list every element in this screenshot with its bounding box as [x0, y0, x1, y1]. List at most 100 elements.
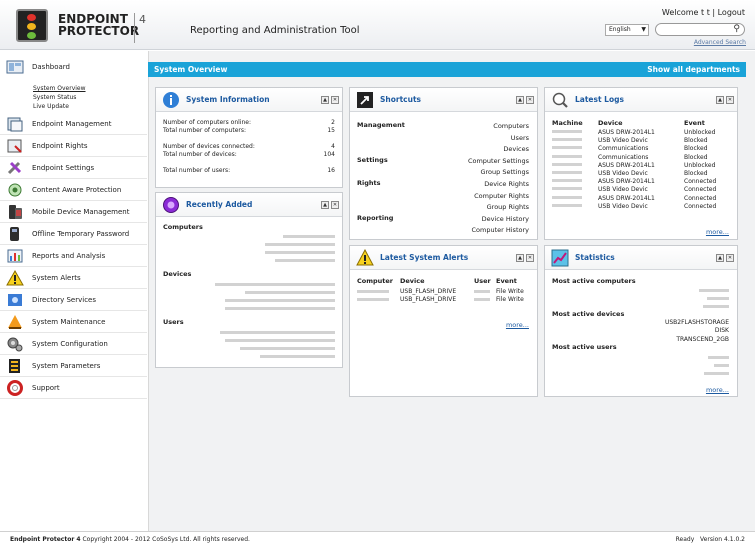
sidebar-item-offline-temporary-password[interactable]: Offline Temporary Password — [0, 223, 147, 245]
endpoint-management-icon — [5, 115, 25, 133]
shortcut-group-management: Management — [357, 121, 405, 129]
shortcut-devices[interactable]: Devices — [468, 144, 529, 156]
sidebar-item-system-alerts[interactable]: System Alerts — [0, 267, 147, 289]
magnifier-log-icon — [551, 91, 569, 109]
welcome-text: Welcome t t | Logout — [661, 8, 745, 17]
log-row-event: Blocked — [684, 170, 708, 178]
collapse-button[interactable]: ▲ — [516, 96, 524, 104]
dashboard-icon — [5, 58, 25, 76]
statistics-chart-icon — [551, 249, 569, 267]
log-row-event: Connected — [684, 178, 717, 186]
collapse-button[interactable]: ▲ — [516, 254, 524, 262]
panel-header: Latest Logs ▲ ✕ — [545, 88, 737, 112]
system-overview-title: System Overview — [154, 65, 228, 74]
parameters-icon — [5, 357, 25, 375]
system-overview-bar: System Overview Show all departments — [148, 62, 746, 77]
dashboard-subnav: System Overview System Status Live Updat… — [33, 84, 86, 111]
subnav-system-status[interactable]: System Status — [33, 93, 86, 102]
warning-icon — [356, 248, 374, 267]
shortcuts-panel: Shortcuts ▲ ✕ Management Computers Users… — [349, 87, 538, 240]
advanced-search-link[interactable]: Advanced Search — [694, 39, 746, 46]
log-row-device: Communications — [598, 153, 649, 161]
close-button[interactable]: ✕ — [726, 254, 734, 262]
app-title: Reporting and Administration Tool — [190, 25, 360, 36]
offline-password-icon — [5, 225, 25, 243]
sidebar-item-directory-services[interactable]: Directory Services — [0, 289, 147, 311]
sidebar-item-endpoint-rights[interactable]: Endpoint Rights — [0, 135, 147, 157]
panel-header: Latest System Alerts ▲ ✕ — [350, 246, 537, 270]
log-row-machine-blurred — [552, 146, 582, 150]
close-button[interactable]: ✕ — [526, 96, 534, 104]
shortcut-group-rights[interactable]: Group Rights — [468, 202, 529, 214]
statistics-more-link[interactable]: more... — [706, 386, 729, 394]
content-aware-icon — [5, 181, 25, 199]
shortcut-device-rights[interactable]: Device Rights — [468, 179, 529, 191]
collapse-button[interactable]: ▲ — [321, 201, 329, 209]
sidebar-item-system-maintenance[interactable]: System Maintenance — [0, 311, 147, 333]
log-row-event: Unblocked — [684, 161, 716, 169]
latest-system-alerts-panel: Latest System Alerts ▲ ✕ Computer Device… — [349, 245, 538, 397]
shortcut-users[interactable]: Users — [468, 133, 529, 145]
sidebar-item-mobile-device-management[interactable]: Mobile Device Management — [0, 201, 147, 223]
collapse-button[interactable]: ▲ — [716, 96, 724, 104]
shortcut-computers[interactable]: Computers — [468, 121, 529, 133]
search-input[interactable]: ⚲ — [655, 23, 745, 36]
blurred-user — [474, 290, 490, 293]
blurred-machine-list — [552, 130, 582, 212]
sidebar-item-reports-and-analysis[interactable]: Reports and Analysis — [0, 245, 147, 267]
shortcut-arrow-icon — [356, 91, 374, 109]
sidebar-item-endpoint-management[interactable]: Endpoint Management — [0, 113, 147, 135]
close-button[interactable]: ✕ — [726, 96, 734, 104]
sidebar-item-content-aware-protection[interactable]: Content Aware Protection — [0, 179, 147, 201]
log-row-machine-blurred — [552, 170, 582, 174]
collapse-button[interactable]: ▲ — [321, 96, 329, 104]
shortcut-device-history[interactable]: Device History — [468, 214, 529, 226]
logout-link[interactable]: Logout — [718, 8, 745, 17]
active-devices-list: USB2FLASHSTORAGE DISK TRANSCEND_2GB — [664, 319, 729, 343]
sidebar-item-system-parameters[interactable]: System Parameters — [0, 355, 147, 377]
log-row-machine-blurred — [552, 179, 582, 183]
log-row-device: USB Video Devic — [598, 186, 648, 194]
log-row-device: USB Video Devic — [598, 202, 648, 210]
blurred-computer — [357, 298, 389, 301]
language-select[interactable]: English ▼ — [605, 24, 649, 36]
close-button[interactable]: ✕ — [331, 201, 339, 209]
system-information-panel: System Information ▲ ✕ Number of compute… — [155, 87, 343, 188]
shortcut-computer-rights[interactable]: Computer Rights — [468, 191, 529, 203]
subnav-system-overview[interactable]: System Overview — [33, 84, 86, 93]
directory-icon — [5, 291, 25, 309]
log-row-machine-blurred — [552, 203, 582, 207]
shortcut-computer-history[interactable]: Computer History — [468, 225, 529, 237]
panel-header: Recently Added ▲ ✕ — [156, 193, 342, 217]
brand-version: 4 — [134, 13, 146, 43]
traffic-light-logo-icon — [16, 9, 48, 42]
log-row-event: Connected — [684, 186, 717, 194]
blurred-device-list — [215, 281, 335, 315]
shortcut-group-settings[interactable]: Group Settings — [468, 167, 529, 179]
log-row-event: Blocked — [684, 153, 708, 161]
recently-added-panel: Recently Added ▲ ✕ Computers Devices Use… — [155, 192, 343, 368]
log-row-device: Communications — [598, 145, 649, 153]
logs-more-link[interactable]: more... — [706, 228, 729, 236]
configuration-icon — [5, 335, 25, 353]
close-button[interactable]: ✕ — [331, 96, 339, 104]
sidebar-item-endpoint-settings[interactable]: Endpoint Settings — [0, 157, 147, 179]
sidebar-item-system-configuration[interactable]: System Configuration — [0, 333, 147, 355]
log-row-device: USB Video Devic — [598, 137, 648, 145]
log-event-list: Unblocked Blocked Blocked Blocked Unblocked B… — [684, 129, 716, 211]
alerts-more-link[interactable]: more... — [506, 321, 529, 329]
log-row-machine-blurred — [552, 187, 582, 191]
sidebar-item-support[interactable]: Support — [0, 377, 147, 399]
log-row-event: Blocked — [684, 137, 708, 145]
subnav-live-update[interactable]: Live Update — [33, 102, 86, 111]
show-all-departments-link[interactable]: Show all departments — [647, 65, 740, 74]
blurred-computer-list — [265, 233, 335, 262]
alert-devices: USB_FLASH_DRIVE USB_FLASH_DRIVE — [400, 288, 457, 303]
alert-icon — [5, 269, 25, 287]
close-button[interactable]: ✕ — [526, 254, 534, 262]
shortcut-computer-settings[interactable]: Computer Settings — [468, 156, 529, 168]
collapse-button[interactable]: ▲ — [716, 254, 724, 262]
search-icon[interactable]: ⚲ — [733, 24, 740, 34]
blurred-user — [474, 298, 490, 301]
sidebar-item-dashboard[interactable]: Dashboard — [0, 56, 147, 78]
